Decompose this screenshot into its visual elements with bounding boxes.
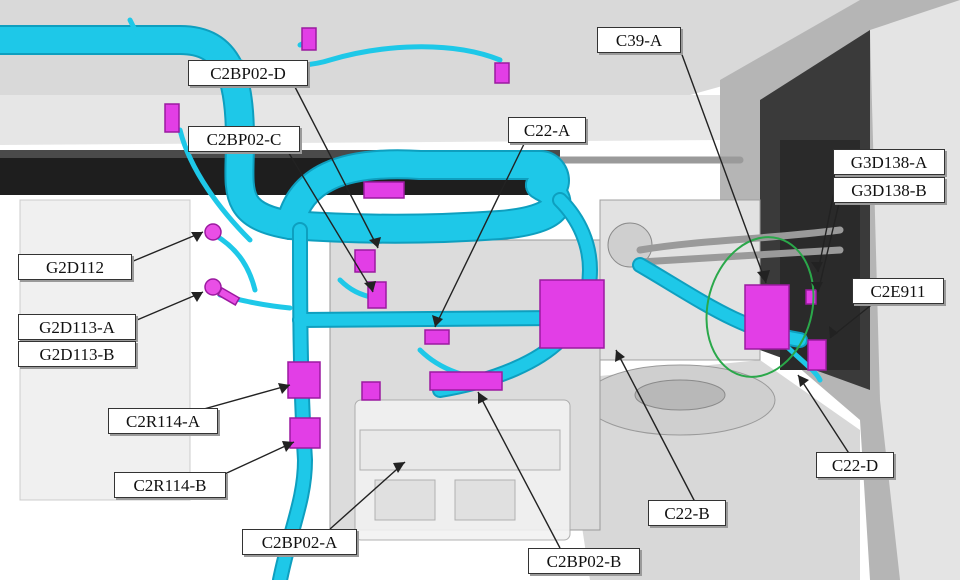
- callout-c2r114-a: C2R114-A: [108, 408, 218, 434]
- callout-c2bp02-a: C2BP02-A: [242, 529, 357, 555]
- callout-g2d112: G2D112: [18, 254, 132, 280]
- ground-eyelets: [204, 223, 241, 306]
- callout-c22-d: C22-D: [816, 452, 894, 478]
- callout-c2bp02-c: C2BP02-C: [188, 126, 300, 152]
- callout-c2bp02-d: C2BP02-D: [188, 60, 308, 86]
- callout-c2e911: C2E911: [852, 278, 944, 304]
- callout-c39-a: C39-A: [597, 27, 681, 53]
- callout-g2d113-b: G2D113-B: [18, 341, 136, 367]
- wiring-diagram: C39-A C2BP02-D C2BP02-C C22-A G3D138-A G…: [0, 0, 960, 580]
- callout-g3d138-a: G3D138-A: [833, 149, 945, 175]
- callout-c22-a: C22-A: [508, 117, 586, 143]
- callout-c2r114-b: C2R114-B: [114, 472, 226, 498]
- callout-g2d113-a: G2D113-A: [18, 314, 136, 340]
- callout-c2bp02-b: C2BP02-B: [528, 548, 640, 574]
- callout-g3d138-b: G3D138-B: [833, 177, 945, 203]
- callout-c22-b: C22-B: [648, 500, 726, 526]
